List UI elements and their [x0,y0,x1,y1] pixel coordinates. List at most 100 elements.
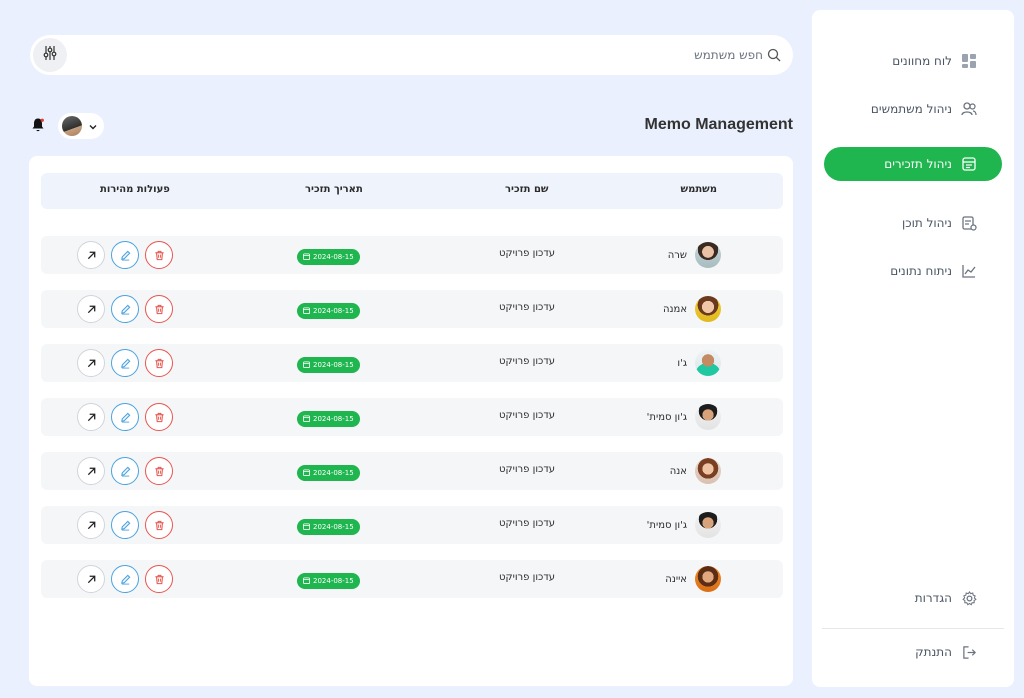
sidebar-item-memos[interactable]: ניהול תזכירים [824,147,1002,181]
sidebar-item-analytics[interactable]: ניתוח נתונים [824,255,1002,287]
avatar [62,116,82,136]
bell-icon[interactable] [30,117,48,135]
memo-date: 2024-08-15 [313,307,354,315]
quick-actions [77,241,173,269]
delete-button[interactable] [145,565,173,593]
search-icon [767,47,783,63]
user-name: אמנה [662,303,687,315]
edit-button[interactable] [111,295,139,323]
pencil-icon [120,246,131,265]
memo-date: 2024-08-15 [313,469,354,477]
user-name: אנה [669,465,687,477]
edit-button[interactable] [111,565,139,593]
sliders-icon [42,45,58,65]
quick-actions [77,565,173,593]
calendar-icon [303,414,310,424]
memo-date: 2024-08-15 [313,253,354,261]
column-header-quick-actions: פעולות מהירות [100,184,170,195]
delete-button[interactable] [145,457,173,485]
trash-icon [154,570,165,589]
pencil-icon [120,570,131,589]
date-badge: 2024-08-15 [297,519,360,535]
user-cell: אנה [670,457,721,485]
sidebar-item-label: ניהול משתמשים [870,102,952,116]
date-badge: 2024-08-15 [297,249,360,265]
memo-date: 2024-08-15 [313,523,354,531]
open-button[interactable] [77,241,105,269]
page-title: Memo Management [644,116,793,133]
user-cell: שרה [668,241,721,269]
avatar [695,350,721,376]
search-input[interactable] [463,45,763,65]
delete-button[interactable] [145,295,173,323]
date-badge: 2024-08-15 [297,465,360,481]
memo-name: עדכון פרויקט [499,410,556,421]
pencil-icon [120,408,131,427]
logout-button[interactable]: התנתק [824,636,1002,668]
user-name: ג'ו [677,357,687,369]
memo-name: עדכון פרויקט [499,518,556,529]
arrow-up-right-icon [86,462,97,481]
sidebar-item-content[interactable]: ניהול תוכן [824,207,1002,239]
content-icon [960,214,978,232]
edit-button[interactable] [111,241,139,269]
quick-actions [77,295,173,323]
memo-name: עדכון פרויקט [499,572,556,583]
open-button[interactable] [77,511,105,539]
memo-date: 2024-08-15 [313,361,354,369]
memo-name: עדכון פרויקט [499,302,556,313]
table-header: משתמש שם תזכיר תאריך תזכיר פעולות מהירות [41,173,783,209]
memo-icon [960,155,978,173]
arrow-up-right-icon [86,408,97,427]
filter-button[interactable] [33,38,67,72]
user-cell: ג'ון סמית' [647,403,721,431]
calendar-icon [303,468,310,478]
sidebar: לוח מחוונים ניהול משתמשים ניהול תזכירים … [812,10,1014,687]
settings-button[interactable]: הגדרות [824,582,1002,614]
user-name: שרה [667,249,687,261]
column-header-memo-name: שם תזכיר [505,184,549,195]
avatar [695,458,721,484]
edit-button[interactable] [111,349,139,377]
trash-icon [154,246,165,265]
delete-button[interactable] [145,349,173,377]
user-cell: ג'ו [677,349,721,377]
user-name: ג'ון סמית' [646,519,687,531]
edit-button[interactable] [111,511,139,539]
open-button[interactable] [77,403,105,431]
date-badge: 2024-08-15 [297,411,360,427]
user-name: ג'ון סמית' [646,411,687,423]
arrow-up-right-icon [86,354,97,373]
edit-button[interactable] [111,403,139,431]
open-button[interactable] [77,565,105,593]
pencil-icon [120,462,131,481]
date-badge: 2024-08-15 [297,303,360,319]
calendar-icon [303,576,310,586]
user-name: איינה [665,573,687,585]
trash-icon [154,408,165,427]
open-button[interactable] [77,295,105,323]
quick-actions [77,457,173,485]
table-row: איינה עדכון פרויקט 2024-08-15 [41,560,783,598]
avatar [695,566,721,592]
settings-label: הגדרות [914,591,952,605]
table-row: ג'ון סמית' עדכון פרויקט 2024-08-15 [41,506,783,544]
trash-icon [154,300,165,319]
user-cell: איינה [665,565,721,593]
search-bar [30,35,793,75]
edit-button[interactable] [111,457,139,485]
delete-button[interactable] [145,241,173,269]
sidebar-item-dashboard[interactable]: לוח מחוונים [824,45,1002,77]
user-cell: אמנה [663,295,721,323]
column-header-user: משתמש [680,184,717,195]
trash-icon [154,354,165,373]
user-menu[interactable] [58,113,104,139]
column-header-memo-date: תאריך תזכיר [305,184,363,195]
open-button[interactable] [77,349,105,377]
sidebar-item-users[interactable]: ניהול משתמשים [824,93,1002,125]
delete-button[interactable] [145,511,173,539]
arrow-up-right-icon [86,246,97,265]
arrow-up-right-icon [86,300,97,319]
open-button[interactable] [77,457,105,485]
delete-button[interactable] [145,403,173,431]
